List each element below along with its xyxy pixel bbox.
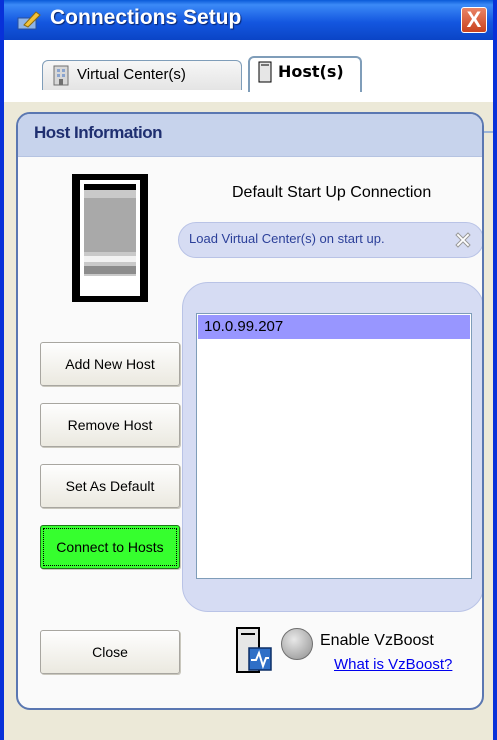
connect-to-hosts-button[interactable]: Connect to Hosts bbox=[40, 525, 180, 569]
host-information-panel: Host Information Default Start Up Connec… bbox=[16, 112, 484, 710]
server-tower-icon bbox=[72, 174, 148, 302]
panel-header: Host Information bbox=[18, 114, 482, 157]
wrench-icon bbox=[17, 11, 41, 30]
title-bar[interactable]: Connections Setup X bbox=[4, 0, 493, 40]
tab-hosts[interactable]: Host(s) bbox=[248, 56, 362, 92]
panel-title: Host Information bbox=[34, 123, 163, 142]
close-window-button[interactable]: X bbox=[461, 7, 487, 33]
server-icon bbox=[258, 61, 272, 83]
tab-virtual-centers[interactable]: Virtual Center(s) bbox=[42, 60, 242, 90]
clear-x-icon[interactable] bbox=[451, 228, 475, 252]
vzboost-monitor-icon bbox=[236, 627, 272, 673]
tab-hosts-label: Host(s) bbox=[278, 62, 344, 81]
host-list[interactable]: 10.0.99.207 bbox=[196, 313, 472, 579]
host-list-item[interactable]: 10.0.99.207 bbox=[198, 315, 470, 339]
host-list-frame: 10.0.99.207 bbox=[182, 282, 482, 612]
load-on-startup-text: Load Virtual Center(s) on start up. bbox=[189, 231, 385, 246]
set-as-default-button[interactable]: Set As Default bbox=[40, 464, 180, 508]
enable-vzboost-label: Enable VzBoost bbox=[320, 632, 434, 649]
what-is-vzboost-link[interactable]: What is VzBoost? bbox=[334, 656, 452, 673]
load-on-startup-bar[interactable]: Load Virtual Center(s) on start up. bbox=[178, 222, 482, 258]
window-title: Connections Setup bbox=[50, 6, 242, 29]
close-button[interactable]: Close bbox=[40, 630, 180, 674]
default-startup-label: Default Start Up Connection bbox=[232, 184, 432, 201]
add-new-host-button[interactable]: Add New Host bbox=[40, 342, 180, 386]
remove-host-button[interactable]: Remove Host bbox=[40, 403, 180, 447]
tab-strip: Virtual Center(s) Host(s) bbox=[4, 40, 493, 133]
building-icon bbox=[53, 65, 69, 86]
tab-virtual-centers-label: Virtual Center(s) bbox=[77, 66, 186, 83]
window-bottom bbox=[4, 712, 493, 740]
enable-vzboost-toggle[interactable] bbox=[281, 628, 313, 660]
connections-setup-window: Connections Setup X Virtual Center(s) Ho… bbox=[0, 0, 497, 740]
